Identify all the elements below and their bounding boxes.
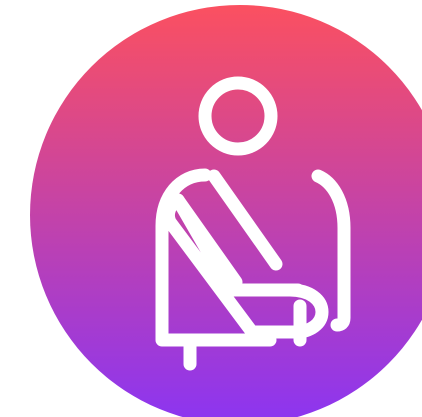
icon-stage [0, 0, 422, 417]
badge-background [30, 5, 422, 417]
arm-sling-icon [30, 5, 422, 417]
